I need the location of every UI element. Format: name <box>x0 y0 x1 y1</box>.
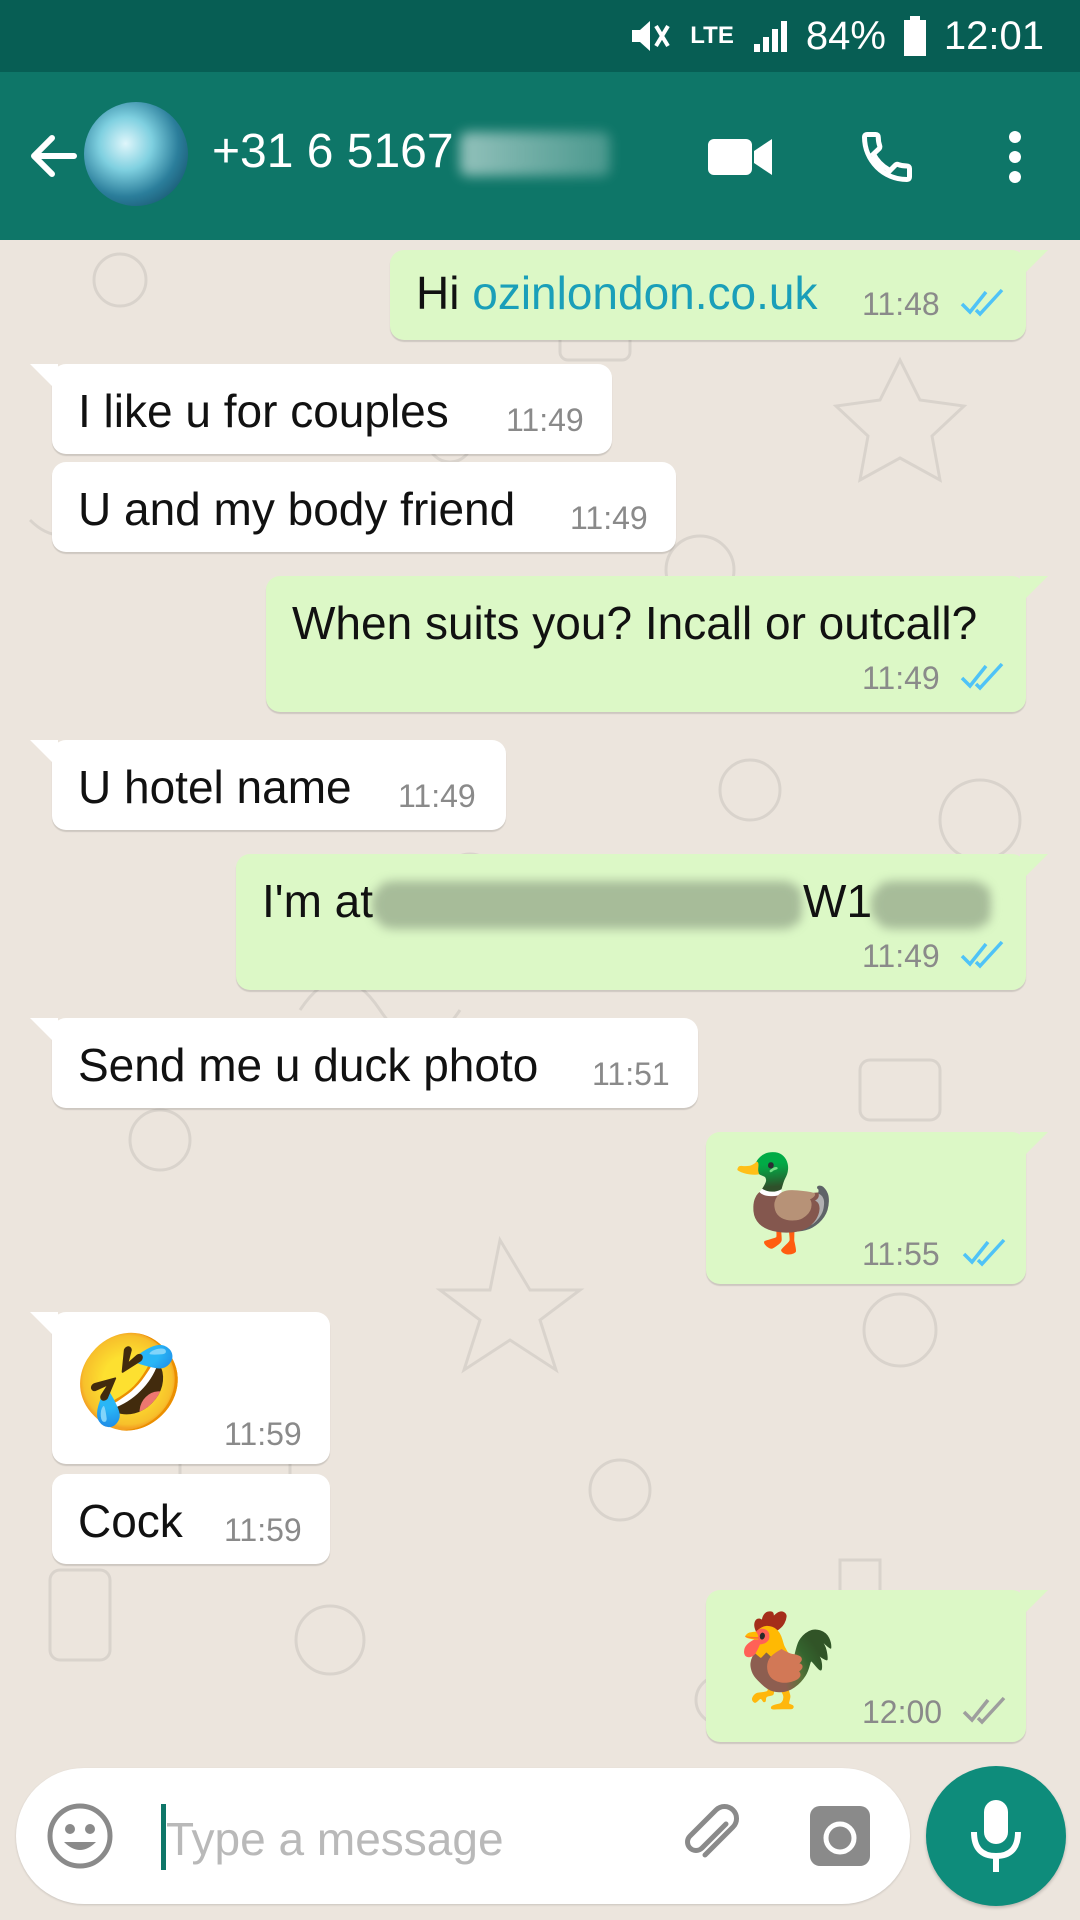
read-ticks-icon <box>960 662 1004 691</box>
message-outgoing[interactable]: Hi ozinlondon.co.uk 11:48 <box>390 250 1048 340</box>
message-time: 11:49 <box>506 402 584 438</box>
phone-icon[interactable] <box>852 122 922 192</box>
laughing-emoji: 🤣 <box>72 1332 187 1434</box>
chat-header: +31 6 5167 <box>0 72 1080 240</box>
message-incoming[interactable]: Send me u duck photo 11:51 <box>30 1018 698 1108</box>
clock: 12:01 <box>943 13 1044 58</box>
read-ticks-icon <box>960 940 1004 969</box>
message-input[interactable]: Type a message <box>166 1812 504 1866</box>
message-text: I like u for couples <box>78 385 449 437</box>
message-time: 11:49 <box>862 938 940 974</box>
emoji-icon[interactable] <box>46 1802 114 1875</box>
delivered-ticks-icon <box>962 1696 1006 1725</box>
camera-icon[interactable] <box>808 1804 872 1873</box>
signal-icon <box>752 18 788 54</box>
message-time: 11:49 <box>398 778 476 814</box>
message-outgoing[interactable]: When suits you? Incall or outcall? 11:49 <box>266 576 1048 712</box>
message-time: 11:48 <box>862 286 940 322</box>
network-type-label: LTE <box>690 22 734 49</box>
mic-button[interactable] <box>926 1766 1066 1906</box>
attach-icon[interactable] <box>676 1802 746 1877</box>
message-incoming[interactable]: U and my body friend 11:49 <box>52 462 676 552</box>
message-text: I'm at W1 <box>262 874 993 929</box>
video-call-icon[interactable] <box>706 122 776 192</box>
message-outgoing[interactable]: I'm at W1 11:49 <box>236 854 1048 990</box>
message-composer[interactable]: Type a message <box>16 1768 910 1904</box>
redaction-blur <box>459 132 610 177</box>
message-time: 11:59 <box>224 1416 302 1452</box>
duck-emoji: 🦆 <box>728 1152 843 1254</box>
message-text-start: I'm at <box>262 875 374 927</box>
more-vert-icon[interactable] <box>980 122 1050 192</box>
message-text: Hi ozinlondon.co.uk <box>416 266 817 320</box>
mic-icon <box>971 1800 1021 1872</box>
message-text: Cock <box>78 1495 183 1547</box>
message-time: 11:49 <box>862 660 940 696</box>
message-incoming[interactable]: Cock 11:59 <box>52 1474 330 1564</box>
message-time: 11:49 <box>570 500 648 536</box>
back-arrow-icon[interactable] <box>22 124 86 188</box>
read-ticks-icon <box>962 1238 1006 1267</box>
message-text: U hotel name <box>78 761 352 813</box>
battery-icon <box>903 16 926 56</box>
message-text: Send me u duck photo <box>78 1039 539 1091</box>
contact-name[interactable]: +31 6 5167 <box>212 124 610 179</box>
message-time: 11:55 <box>862 1236 940 1272</box>
mute-icon <box>626 16 672 56</box>
avatar[interactable] <box>84 102 188 206</box>
message-time: 11:51 <box>592 1056 670 1092</box>
message-time: 12:00 <box>862 1694 943 1730</box>
message-outgoing[interactable]: 🦆 11:55 <box>706 1132 1048 1284</box>
message-text: When suits you? Incall or outcall? <box>292 597 978 649</box>
status-bar: LTE 84% 12:01 <box>0 0 1080 72</box>
message-prefix: Hi <box>416 267 473 319</box>
battery-percent: 84% <box>805 13 886 58</box>
message-incoming[interactable]: I like u for couples 11:49 <box>30 364 612 454</box>
message-incoming[interactable]: 🤣 11:59 <box>30 1312 330 1464</box>
redaction-blur <box>872 880 993 929</box>
chat-area[interactable]: Hi ozinlondon.co.uk 11:48 I like u for c… <box>0 240 1080 1770</box>
rooster-emoji: 🐓 <box>728 1610 843 1712</box>
message-text: U and my body friend <box>78 483 516 535</box>
message-link[interactable]: ozinlondon.co.uk <box>472 267 817 319</box>
message-time: 11:59 <box>224 1512 302 1548</box>
redaction-blur <box>373 880 804 929</box>
message-incoming[interactable]: U hotel name 11:49 <box>30 740 506 830</box>
message-text-end: W1 <box>803 875 873 927</box>
contact-number: +31 6 5167 <box>212 125 454 178</box>
message-outgoing[interactable]: 🐓 12:00 <box>706 1590 1048 1742</box>
read-ticks-icon <box>960 288 1004 317</box>
